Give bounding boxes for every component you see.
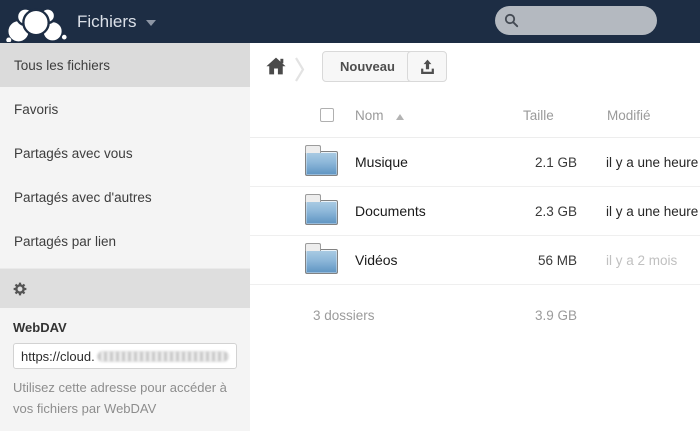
summary-total-size: 3.9 GB: [534, 308, 577, 323]
file-modified: il y a une heure: [606, 204, 699, 219]
sidebar-item-shared-by-link[interactable]: Partagés par lien: [0, 219, 250, 263]
webdav-url-prefix: https://cloud.: [21, 348, 95, 364]
breadcrumb-chevron-icon: [295, 57, 305, 82]
sidebar-item-label: Partagés avec vous: [14, 145, 133, 161]
settings-button[interactable]: [0, 268, 250, 308]
breadcrumb-toolbar: Nouveau: [250, 43, 700, 95]
search-box: [495, 6, 657, 35]
column-header-name[interactable]: Nom: [355, 108, 384, 123]
folder-icon: [305, 145, 338, 176]
webdav-help-text: Utilisez cette adresse pour accéder à vo…: [13, 380, 227, 416]
file-name[interactable]: Documents: [355, 203, 426, 219]
file-name[interactable]: Vidéos: [355, 252, 398, 268]
sidebar-item-label: Favoris: [14, 101, 59, 117]
file-modified: il y a 2 mois: [606, 253, 678, 268]
top-bar: Fichiers: [0, 0, 700, 43]
sidebar-item-label: Partagés par lien: [14, 233, 117, 249]
sidebar-item-all-files[interactable]: Tous les fichiers: [0, 43, 250, 87]
upload-button[interactable]: [407, 51, 447, 82]
file-list-header: Nom Taille Modifié: [250, 95, 700, 138]
select-all-checkbox[interactable]: [320, 108, 334, 122]
column-header-size[interactable]: Taille: [523, 108, 554, 123]
webdav-url-input[interactable]: https://cloud.: [13, 343, 237, 369]
file-list-summary: 3 dossiers 3.9 GB: [250, 285, 700, 343]
webdav-url-redacted: [96, 350, 229, 362]
file-name[interactable]: Musique: [355, 154, 408, 170]
new-button[interactable]: Nouveau: [322, 51, 413, 82]
webdav-panel: WebDAV https://cloud. Utilisez cette adr…: [13, 320, 238, 420]
sidebar-item-label: Tous les fichiers: [14, 57, 111, 73]
sidebar: Tous les fichiers Favoris Partagés avec …: [0, 43, 250, 431]
file-size: 2.1 GB: [534, 155, 577, 170]
file-row-musique[interactable]: Musique 2.1 GB il y a une heure: [250, 138, 700, 187]
file-row-videos[interactable]: Vidéos 56 MB il y a 2 mois: [250, 236, 700, 285]
summary-folder-count: 3 dossiers: [313, 308, 375, 323]
sidebar-item-shared-with-you[interactable]: Partagés avec vous: [0, 131, 250, 175]
sidebar-item-label: Partagés avec d'autres: [14, 189, 152, 205]
file-row-documents[interactable]: Documents 2.3 GB il y a une heure: [250, 187, 700, 236]
home-icon[interactable]: [266, 57, 286, 75]
gear-icon: [13, 282, 27, 295]
folder-icon: [305, 194, 338, 225]
upload-icon: [420, 59, 434, 74]
search-input[interactable]: [495, 6, 657, 35]
app-title: Fichiers: [77, 11, 137, 31]
app-menu-button[interactable]: Fichiers: [77, 0, 156, 43]
file-size: 2.3 GB: [534, 204, 577, 219]
folder-icon: [305, 243, 338, 274]
column-header-modified[interactable]: Modifié: [607, 108, 651, 123]
sidebar-item-shared-with-others[interactable]: Partagés avec d'autres: [0, 175, 250, 219]
owncloud-logo-icon[interactable]: [5, 5, 69, 42]
chevron-down-icon: [145, 19, 156, 26]
webdav-label: WebDAV: [13, 320, 67, 335]
file-list-panel: Nouveau Nom Taille Modifié Musique 2.1 G…: [250, 43, 700, 431]
file-size: 56 MB: [537, 253, 577, 268]
file-modified: il y a une heure: [606, 155, 699, 170]
sidebar-item-favorites[interactable]: Favoris: [0, 87, 250, 131]
sort-ascending-icon: [396, 114, 404, 120]
